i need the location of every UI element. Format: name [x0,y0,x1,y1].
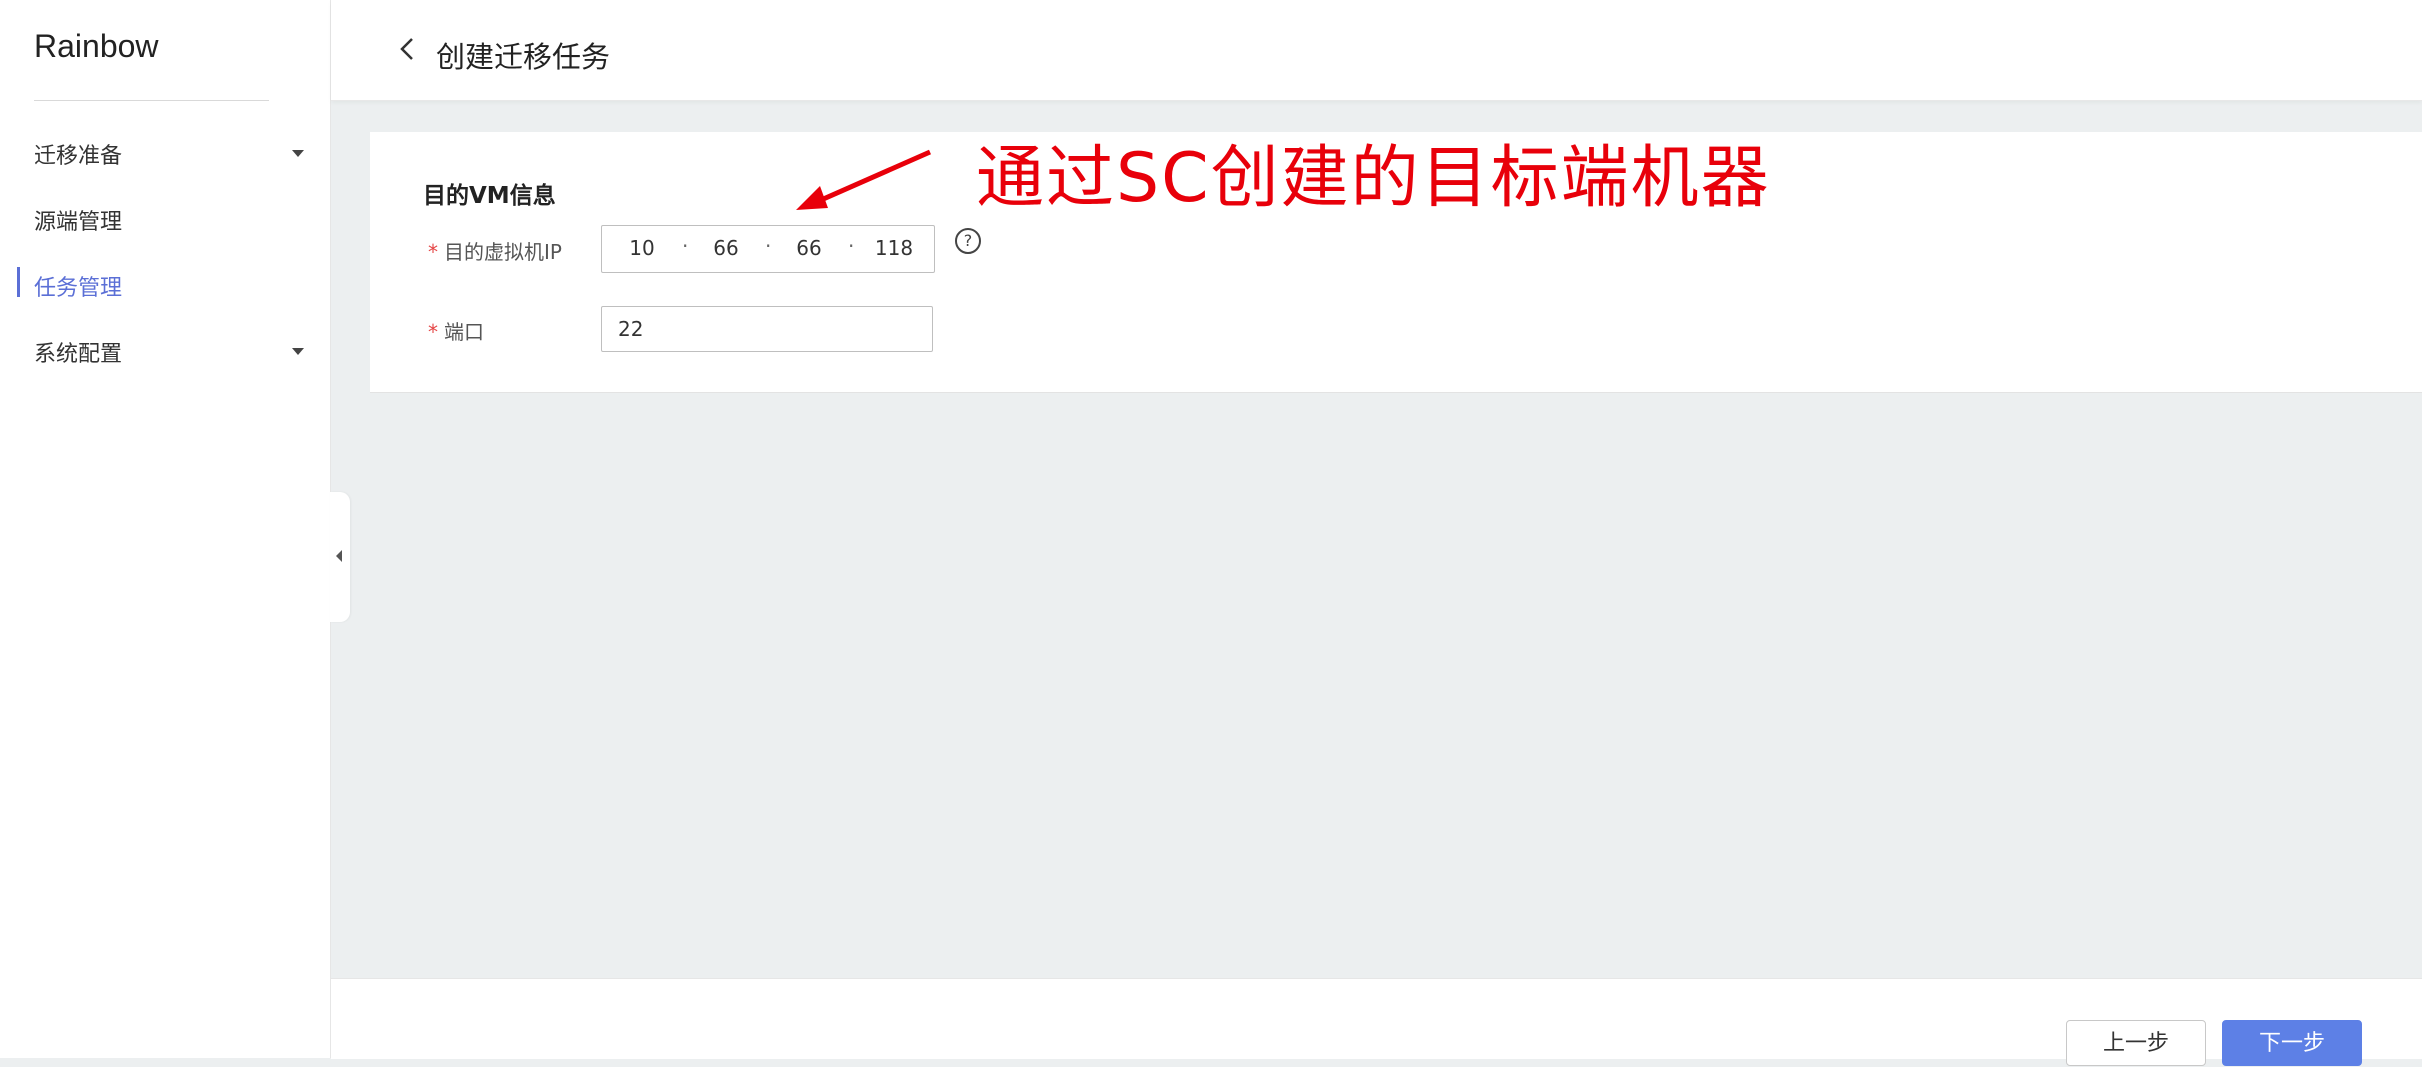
sidebar-item-system-config[interactable]: 系统配置 [34,336,122,368]
sidebar: Rainbow 迁移准备 源端管理 任务管理 系统配置 [0,0,331,1058]
collapse-left-icon [336,550,342,562]
required-star-icon: * [428,240,438,264]
port-input[interactable]: 22 [601,306,933,352]
active-indicator [17,267,20,297]
target-ip-label: * 目的虚拟机IP [428,236,562,265]
page-title: 创建迁移任务 [436,40,611,74]
previous-step-button[interactable]: 上一步 [2066,1020,2206,1066]
sidebar-item-task-management[interactable]: 任务管理 [34,270,122,302]
ip-segment-1[interactable]: 10 [612,236,672,260]
help-icon[interactable]: ? [955,228,981,254]
sidebar-item-label: 源端管理 [34,210,123,235]
brand-divider [34,100,269,101]
page-header: 创建迁移任务 [331,0,2422,101]
target-ip-label-text: 目的虚拟机IP [444,240,562,264]
ip-separator: · [765,234,772,258]
sidebar-item-label: 系统配置 [34,342,123,367]
sidebar-collapse-handle[interactable] [330,492,350,622]
next-step-button[interactable]: 下一步 [2222,1020,2362,1066]
annotation-arrow-icon [796,149,932,210]
ip-segment-4[interactable]: 118 [864,236,924,260]
ip-segment-3[interactable]: 66 [779,236,839,260]
brand-logo-text: Rainbow [34,28,159,64]
ip-segment-2[interactable]: 66 [696,236,756,260]
ip-separator: · [848,234,855,258]
port-label-text: 端口 [444,320,484,344]
chevron-down-icon[interactable] [292,150,304,157]
sidebar-item-label: 迁移准备 [34,144,123,169]
port-label: * 端口 [428,316,484,345]
annotation-text: 通过SC创建的目标端机器 [976,139,1771,218]
sidebar-item-source-management[interactable]: 源端管理 [34,204,122,236]
sidebar-item-label: 任务管理 [34,276,123,301]
ip-address-input[interactable]: 10 · 66 · 66 · 118 [601,225,935,273]
ip-separator: · [682,234,689,258]
section-title: 目的VM信息 [423,183,556,209]
chevron-down-icon[interactable] [292,348,304,355]
sidebar-item-migration-prep[interactable]: 迁移准备 [34,138,122,170]
required-star-icon: * [428,320,438,344]
back-arrow-icon[interactable] [393,34,423,64]
